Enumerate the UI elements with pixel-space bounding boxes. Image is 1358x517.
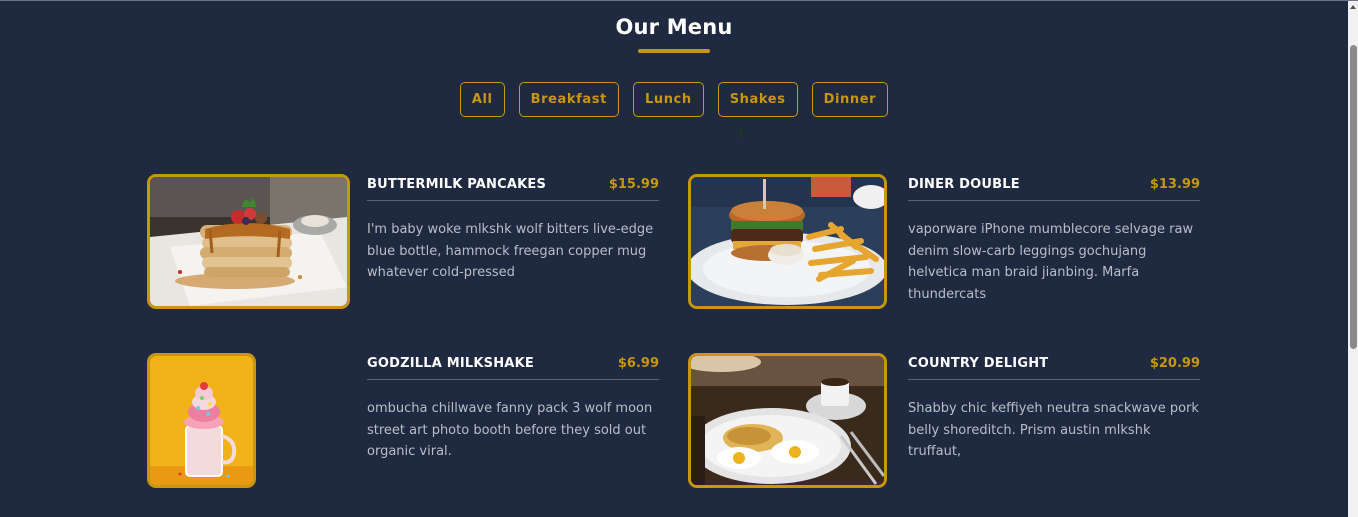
filter-lunch-button[interactable]: Lunch xyxy=(632,82,704,117)
item-name: BUTTERMILK PANCAKES xyxy=(367,177,547,192)
item-price: $15.99 xyxy=(608,177,659,192)
text-cursor-icon xyxy=(740,128,742,138)
item-name: COUNTRY DELIGHT xyxy=(908,356,1049,371)
item-name: GODZILLA MILKSHAKE xyxy=(367,356,534,371)
pancakes-image xyxy=(150,177,347,306)
milkshake-photo xyxy=(147,353,256,488)
item-price: $6.99 xyxy=(617,356,659,371)
filter-bar: All Breakfast Lunch Shakes Dinner xyxy=(0,82,1348,117)
page-scrollbar[interactable] xyxy=(1348,1,1358,517)
eggs-image xyxy=(691,356,884,485)
title-underline xyxy=(638,49,710,53)
filter-all-button[interactable]: All xyxy=(459,82,505,117)
item-description: Shabby chic keffiyeh neutra snackwave po… xyxy=(908,401,1199,459)
milkshake-image xyxy=(150,356,253,485)
item-name: DINER DOUBLE xyxy=(908,177,1020,192)
item-description: I'm baby woke mlkshk wolf bitters live-e… xyxy=(367,222,654,280)
burger-photo xyxy=(688,174,887,309)
item-price: $13.99 xyxy=(1149,177,1200,192)
pancakes-photo xyxy=(147,174,350,309)
filter-shakes-button[interactable]: Shakes xyxy=(717,82,798,117)
burger-image xyxy=(691,177,884,306)
scroll-thumb[interactable] xyxy=(1350,45,1357,349)
filter-dinner-button[interactable]: Dinner xyxy=(811,82,889,117)
scroll-up-icon[interactable] xyxy=(1350,5,1356,9)
item-description: vaporware iPhone mumblecore selvage raw … xyxy=(908,222,1194,302)
page-title: Our Menu xyxy=(615,15,733,39)
item-price: $20.99 xyxy=(1149,356,1200,371)
item-description: ombucha chillwave fanny pack 3 wolf moon… xyxy=(367,401,653,459)
eggs-photo xyxy=(688,353,887,488)
filter-breakfast-button[interactable]: Breakfast xyxy=(518,82,619,117)
